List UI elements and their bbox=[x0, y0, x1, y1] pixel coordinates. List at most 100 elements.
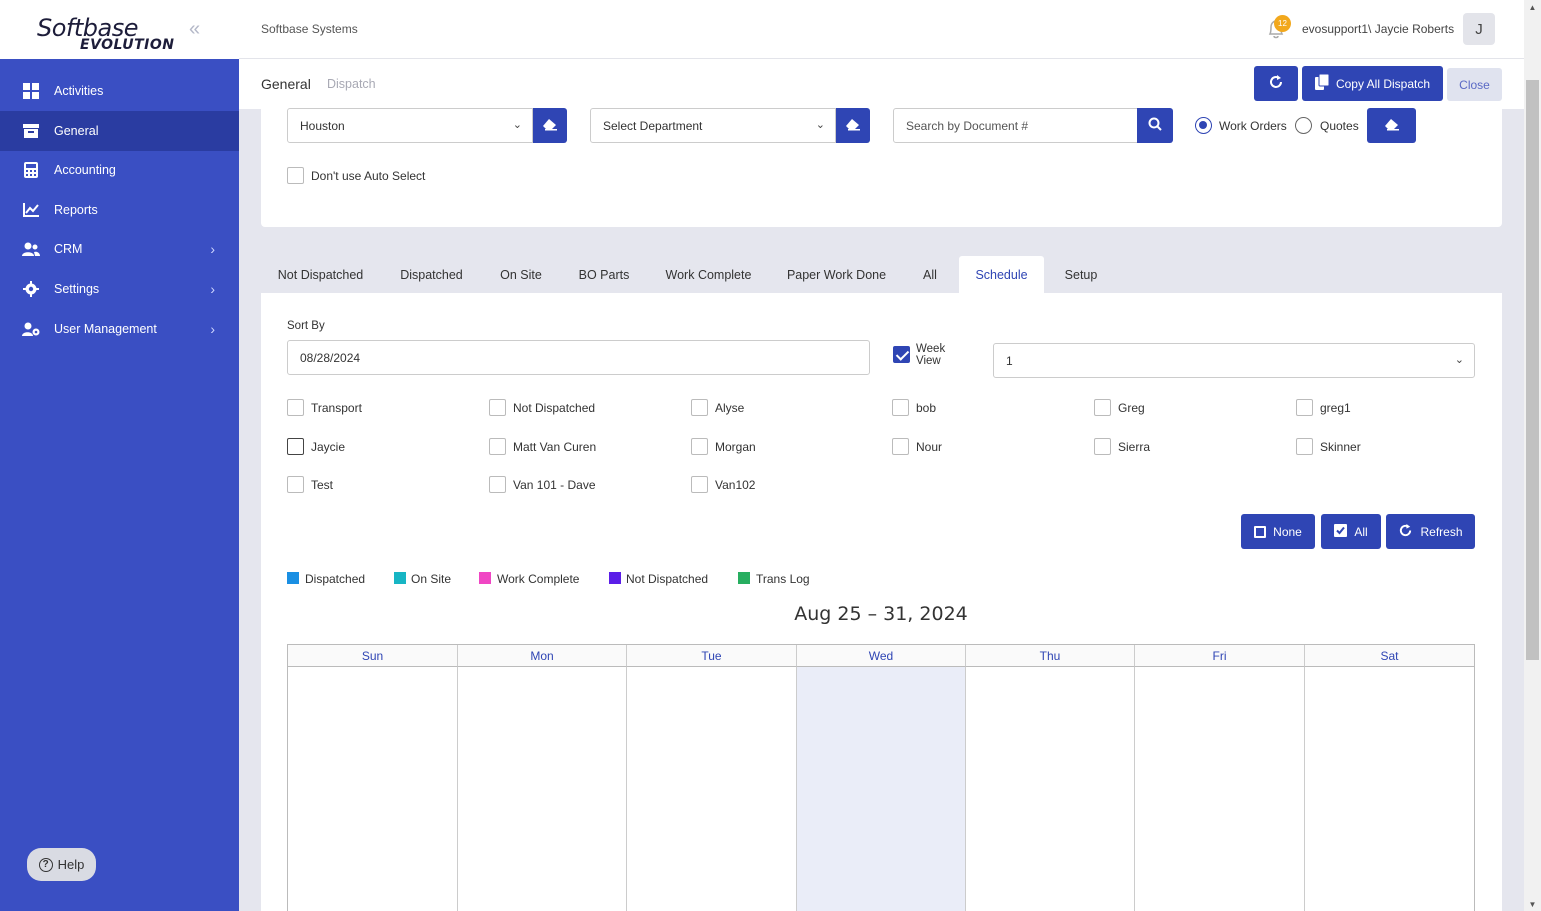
sidebar-item-accounting[interactable]: Accounting bbox=[0, 150, 239, 190]
technician-checkbox[interactable] bbox=[892, 399, 909, 416]
technician-label: Van102 bbox=[715, 478, 756, 492]
technician-label: bob bbox=[916, 401, 937, 415]
select-all-label: All bbox=[1354, 524, 1368, 539]
scroll-up-arrow-icon[interactable]: ▲ bbox=[1524, 0, 1541, 14]
department-select-placeholder: Select Department bbox=[603, 118, 703, 133]
sidebar-item-crm[interactable]: CRM › bbox=[0, 229, 239, 269]
week-count-select[interactable]: 1 ⌄ bbox=[993, 343, 1475, 378]
technician-checkbox[interactable] bbox=[489, 438, 506, 455]
calendar-day-cell[interactable] bbox=[1135, 667, 1305, 911]
clear-search-button[interactable] bbox=[1367, 108, 1416, 143]
technician-checkbox[interactable] bbox=[287, 438, 304, 455]
technician-checkbox[interactable] bbox=[287, 399, 304, 416]
tab-dispatched[interactable]: Dispatched bbox=[390, 256, 473, 293]
select-none-button[interactable]: None bbox=[1241, 514, 1315, 549]
week-calendar: Sun Mon Tue Wed Thu Fri Sat bbox=[287, 644, 1475, 911]
technician-label: Jaycie bbox=[311, 440, 346, 454]
help-button[interactable]: ? Help bbox=[27, 848, 96, 881]
technician-checkbox[interactable] bbox=[691, 476, 708, 493]
avatar[interactable]: J bbox=[1463, 13, 1495, 45]
technician-checkbox[interactable] bbox=[489, 476, 506, 493]
technician-checkbox[interactable] bbox=[287, 476, 304, 493]
technician-label: Greg bbox=[1118, 401, 1145, 415]
chevron-right-icon: › bbox=[210, 321, 215, 337]
tab-all[interactable]: All bbox=[912, 256, 948, 293]
tab-work-complete[interactable]: Work Complete bbox=[656, 256, 761, 293]
calendar-day-cell[interactable] bbox=[458, 667, 627, 911]
work-orders-radio[interactable] bbox=[1195, 117, 1212, 134]
tab-setup[interactable]: Setup bbox=[1056, 256, 1106, 293]
week-view-label-line1: Week bbox=[916, 343, 946, 355]
calendar-day-cell[interactable] bbox=[966, 667, 1135, 911]
technician-checkbox[interactable] bbox=[489, 399, 506, 416]
chevron-right-icon: › bbox=[210, 281, 215, 297]
week-view-checkbox[interactable] bbox=[893, 346, 910, 363]
scrollbar-thumb[interactable] bbox=[1526, 80, 1539, 660]
tab-paper-work-done[interactable]: Paper Work Done bbox=[778, 256, 895, 293]
tab-on-site[interactable]: On Site bbox=[490, 256, 552, 293]
sidebar-item-reports[interactable]: Reports bbox=[0, 190, 239, 230]
page-header: General Dispatch Copy All Dispatch Close bbox=[239, 59, 1524, 109]
refresh-icon bbox=[1268, 74, 1284, 93]
clear-branch-button[interactable] bbox=[533, 108, 567, 143]
archive-icon bbox=[22, 122, 40, 140]
refresh-button[interactable]: Refresh bbox=[1386, 514, 1475, 549]
calendar-day-header: Sun bbox=[288, 645, 458, 667]
sidebar-item-user-management[interactable]: User Management › bbox=[0, 309, 239, 349]
page-title: General bbox=[261, 76, 311, 92]
clear-department-button[interactable] bbox=[836, 108, 870, 143]
select-all-button[interactable]: All bbox=[1321, 514, 1381, 549]
tab-bo-parts[interactable]: BO Parts bbox=[569, 256, 639, 293]
branch-select[interactable]: Houston ⌄ bbox=[287, 108, 533, 143]
technician-checkbox[interactable] bbox=[1094, 438, 1111, 455]
technician-label: Skinner bbox=[1320, 440, 1361, 454]
close-button[interactable]: Close bbox=[1447, 68, 1502, 101]
breadcrumb[interactable]: Dispatch bbox=[327, 77, 376, 91]
copy-all-dispatch-button[interactable]: Copy All Dispatch bbox=[1302, 66, 1443, 101]
department-select[interactable]: Select Department ⌄ bbox=[590, 108, 836, 143]
technician-checkbox[interactable] bbox=[1296, 399, 1313, 416]
legend-swatch-not-dispatched bbox=[609, 572, 621, 584]
legend-swatch-work-complete bbox=[479, 572, 491, 584]
copy-all-dispatch-label: Copy All Dispatch bbox=[1335, 76, 1431, 91]
technician-checkbox[interactable] bbox=[691, 399, 708, 416]
top-header: Softbase Systems 12 evosupport1\ Jaycie … bbox=[239, 0, 1524, 59]
calendar-day-cell-today[interactable] bbox=[797, 667, 966, 911]
logo-area: Softbase EVOLUTION « bbox=[0, 0, 239, 59]
sidebar-item-label: General bbox=[54, 124, 99, 138]
technician-checkbox[interactable] bbox=[892, 438, 909, 455]
empty-square-icon bbox=[1254, 525, 1267, 538]
document-search-input[interactable]: Search by Document # bbox=[893, 108, 1138, 143]
sort-date-input[interactable]: 08/28/2024 bbox=[287, 340, 870, 375]
select-none-label: None bbox=[1273, 524, 1302, 539]
tab-schedule[interactable]: Schedule bbox=[959, 256, 1044, 293]
sidebar-item-activities[interactable]: Activities bbox=[0, 71, 239, 111]
copy-icon bbox=[1314, 73, 1330, 93]
legend-swatch-on-site bbox=[394, 572, 406, 584]
sort-by-label: Sort By bbox=[287, 320, 325, 332]
technician-checkbox[interactable] bbox=[1094, 399, 1111, 416]
technician-checkbox[interactable] bbox=[691, 438, 708, 455]
sidebar-item-label: CRM bbox=[54, 242, 83, 256]
tab-not-dispatched[interactable]: Not Dispatched bbox=[268, 256, 373, 293]
calendar-day-header: Fri bbox=[1135, 645, 1305, 667]
scroll-down-arrow-icon[interactable]: ▼ bbox=[1524, 897, 1541, 911]
technician-checkbox[interactable] bbox=[1296, 438, 1313, 455]
chart-icon bbox=[22, 201, 40, 219]
sidebar-item-label: Settings bbox=[54, 282, 100, 296]
quotes-radio[interactable] bbox=[1295, 117, 1312, 134]
calendar-day-cell[interactable] bbox=[1305, 667, 1474, 911]
collapse-sidebar-icon[interactable]: « bbox=[189, 18, 200, 41]
chevron-down-icon: ⌄ bbox=[1454, 354, 1464, 366]
search-button[interactable] bbox=[1137, 108, 1173, 143]
sidebar-item-settings[interactable]: Settings › bbox=[0, 269, 239, 309]
reload-button[interactable] bbox=[1254, 66, 1298, 101]
sidebar-item-general[interactable]: General bbox=[0, 111, 239, 151]
refresh-label: Refresh bbox=[1420, 524, 1463, 539]
calendar-day-cell[interactable] bbox=[627, 667, 797, 911]
user-gear-icon bbox=[22, 320, 40, 338]
auto-select-checkbox[interactable] bbox=[287, 167, 304, 184]
username[interactable]: evosupport1\ Jaycie Roberts bbox=[1302, 22, 1454, 36]
chevron-down-icon: ⌄ bbox=[512, 119, 522, 131]
calendar-day-cell[interactable] bbox=[288, 667, 458, 911]
